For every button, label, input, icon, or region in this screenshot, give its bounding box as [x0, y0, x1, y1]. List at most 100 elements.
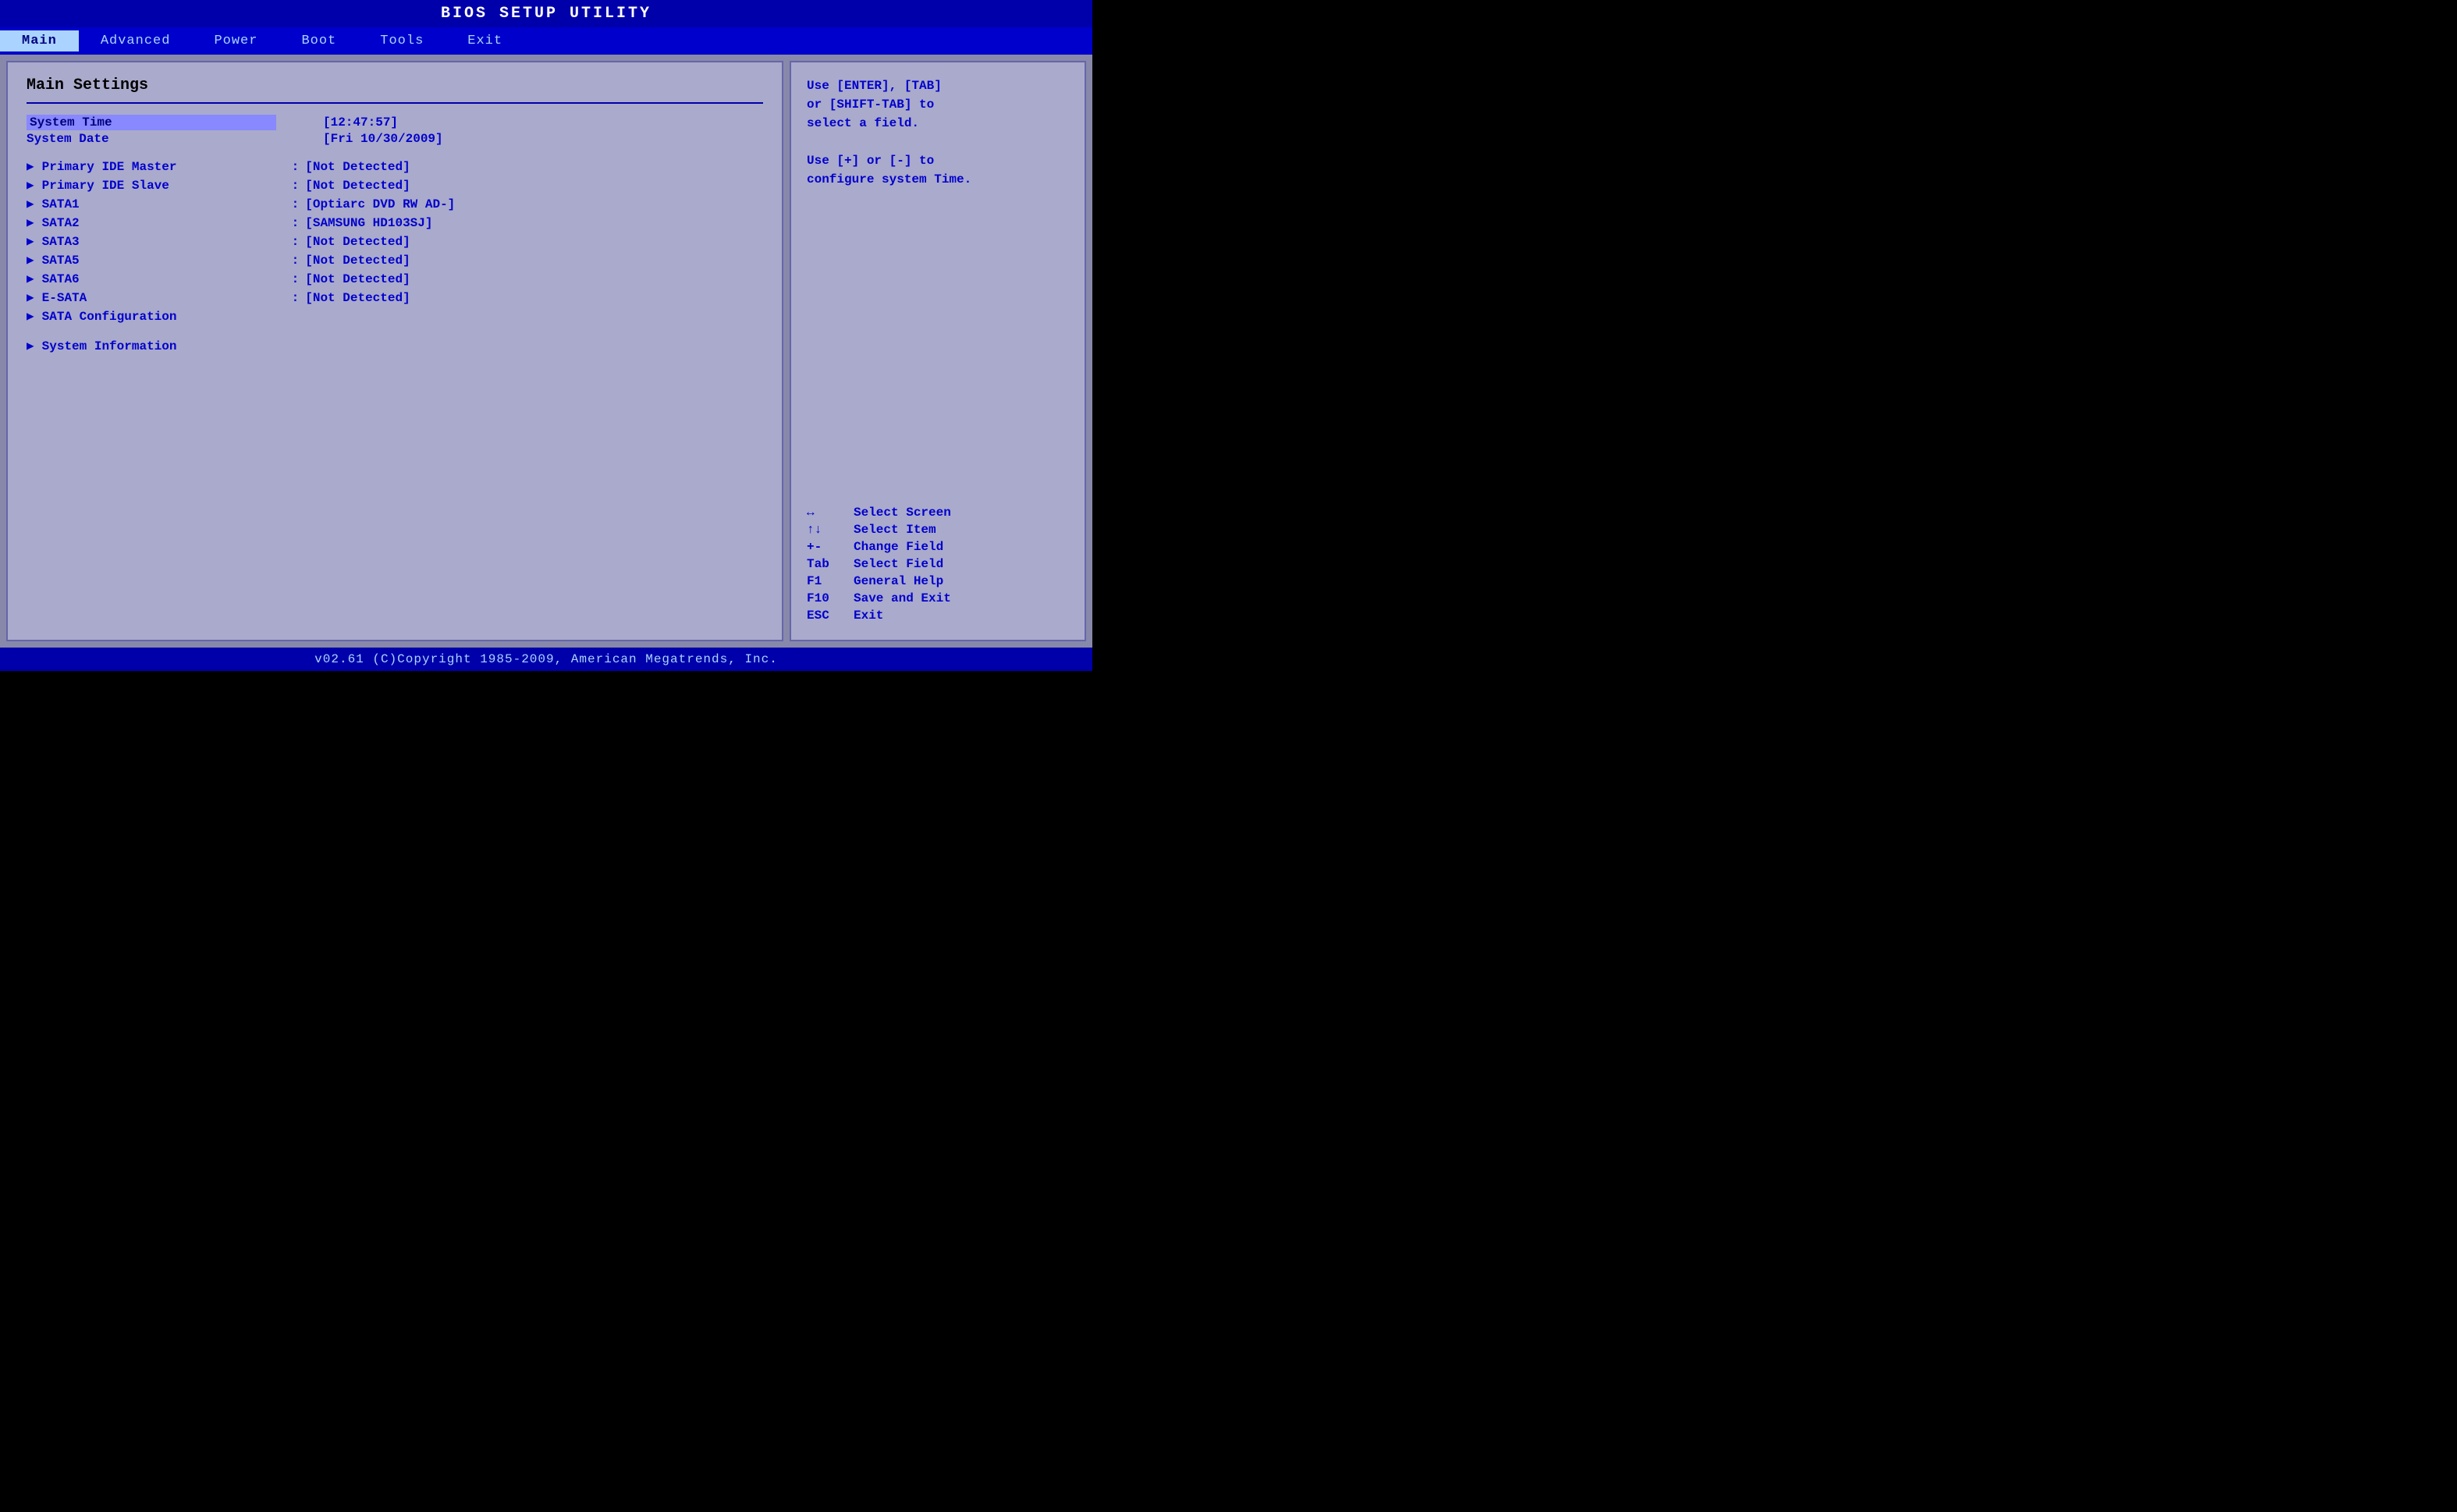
- left-panel: Main Settings System Time [12:47:57] Sys…: [6, 61, 783, 641]
- key-row-5: F10Save and Exit: [807, 591, 1069, 605]
- key-desc-3: Select Field: [854, 557, 943, 571]
- help-line-5: configure system Time.: [807, 172, 971, 186]
- help-line-1: or [SHIFT-TAB] to: [807, 98, 934, 112]
- system-date-row: System Date [Fri 10/30/2009]: [27, 132, 763, 146]
- key-desc-1: Select Item: [854, 523, 936, 537]
- key-name-0: ↔: [807, 506, 854, 520]
- arrow-icon-4: ▶: [27, 233, 34, 249]
- content-area: Main Settings System Time [12:47:57] Sys…: [0, 55, 1092, 648]
- settings-item-2[interactable]: ▶ SATA1: [Optiarc DVD RW AD-]: [27, 196, 763, 211]
- item-value-3: [SAMSUNG HD103SJ]: [305, 216, 432, 230]
- item-label-1: Primary IDE Slave: [42, 179, 292, 193]
- item-label-3: SATA2: [42, 216, 292, 230]
- settings-item-5[interactable]: ▶ SATA5: [Not Detected]: [27, 252, 763, 268]
- item-label-5: SATA5: [42, 254, 292, 268]
- colon-0: :: [292, 160, 300, 174]
- key-table: ↔Select Screen↑↓Select Item+-Change Fiel…: [807, 506, 1069, 626]
- item-value-1: [Not Detected]: [305, 179, 410, 193]
- colon-2: :: [292, 197, 300, 211]
- menu-item-exit[interactable]: Exit: [446, 30, 524, 51]
- settings-item-0[interactable]: ▶ Primary IDE Master: [Not Detected]: [27, 158, 763, 174]
- arrow-icon-6: ▶: [27, 271, 34, 286]
- help-line-2: select a field.: [807, 116, 919, 130]
- item-value-6: [Not Detected]: [305, 272, 410, 286]
- key-name-6: ESC: [807, 609, 854, 623]
- item-value-7: [Not Detected]: [305, 291, 410, 305]
- item-value-2: [Optiarc DVD RW AD-]: [305, 197, 455, 211]
- key-name-5: F10: [807, 591, 854, 605]
- item-value-4: [Not Detected]: [305, 235, 410, 249]
- main-settings-title: Main Settings: [27, 76, 763, 94]
- item-value-0: [Not Detected]: [305, 160, 410, 174]
- menu-item-tools[interactable]: Tools: [358, 30, 446, 51]
- key-row-1: ↑↓Select Item: [807, 523, 1069, 537]
- settings-item-9[interactable]: ▶ System Information: [27, 338, 763, 353]
- item-label-8: SATA Configuration: [42, 310, 292, 324]
- system-time-row: System Time [12:47:57]: [27, 115, 763, 130]
- arrow-icon-9: ▶: [27, 338, 34, 353]
- menu-item-power[interactable]: Power: [192, 30, 279, 51]
- colon-6: :: [292, 272, 300, 286]
- divider: [27, 102, 763, 104]
- arrow-icon-0: ▶: [27, 158, 34, 174]
- key-row-6: ESCExit: [807, 609, 1069, 623]
- title-text: BIOS SETUP UTILITY: [441, 5, 652, 23]
- item-label-9: System Information: [42, 339, 292, 353]
- help-text: Use [ENTER], [TAB] or [SHIFT-TAB] to selec…: [807, 76, 1069, 189]
- key-desc-2: Change Field: [854, 540, 943, 554]
- key-row-2: +-Change Field: [807, 540, 1069, 554]
- key-row-3: TabSelect Field: [807, 557, 1069, 571]
- help-line-0: Use [ENTER], [TAB]: [807, 79, 942, 93]
- system-date-value[interactable]: [Fri 10/30/2009]: [323, 132, 443, 146]
- arrow-items-container: ▶ Primary IDE Master: [Not Detected] ▶ Prima…: [27, 158, 763, 357]
- settings-item-3[interactable]: ▶SATA2:[SAMSUNG HD103SJ]: [27, 215, 763, 230]
- key-row-4: F1General Help: [807, 574, 1069, 588]
- settings-item-4[interactable]: ▶ SATA3: [Not Detected]: [27, 233, 763, 249]
- item-label-2: SATA1: [42, 197, 292, 211]
- key-desc-5: Save and Exit: [854, 591, 951, 605]
- right-panel: Use [ENTER], [TAB] or [SHIFT-TAB] to selec…: [790, 61, 1086, 641]
- arrow-icon-5: ▶: [27, 252, 34, 268]
- key-name-1: ↑↓: [807, 523, 854, 537]
- arrow-icon-2: ▶: [27, 196, 34, 211]
- menu-item-advanced[interactable]: Advanced: [79, 30, 193, 51]
- colon-7: :: [292, 291, 300, 305]
- colon-4: :: [292, 235, 300, 249]
- help-text-container: Use [ENTER], [TAB] or [SHIFT-TAB] to selec…: [807, 76, 1069, 204]
- menu-item-boot[interactable]: Boot: [279, 30, 358, 51]
- key-name-4: F1: [807, 574, 854, 588]
- settings-item-6[interactable]: ▶ SATA6: [Not Detected]: [27, 271, 763, 286]
- arrow-icon-7: ▶: [27, 289, 34, 305]
- key-row-0: ↔Select Screen: [807, 506, 1069, 520]
- arrow-icon-1: ▶: [27, 177, 34, 193]
- key-desc-6: Exit: [854, 609, 883, 623]
- item-label-0: Primary IDE Master: [42, 160, 292, 174]
- arrow-icon-3: ▶: [27, 215, 34, 230]
- key-desc-4: General Help: [854, 574, 943, 588]
- item-value-5: [Not Detected]: [305, 254, 410, 268]
- menu-bar: MainAdvancedPowerBootToolsExit: [0, 27, 1092, 55]
- settings-item-1[interactable]: ▶ Primary IDE Slave: [Not Detected]: [27, 177, 763, 193]
- item-label-7: E-SATA: [42, 291, 292, 305]
- system-time-value[interactable]: [12:47:57]: [323, 115, 398, 130]
- item-label-4: SATA3: [42, 235, 292, 249]
- key-name-3: Tab: [807, 557, 854, 571]
- footer: v02.61 (C)Copyright 1985-2009, American …: [0, 648, 1092, 671]
- settings-item-8[interactable]: ▶ SATA Configuration: [27, 308, 763, 324]
- key-name-2: +-: [807, 540, 854, 554]
- help-line-4: Use [+] or [-] to: [807, 154, 934, 168]
- arrow-icon-8: ▶: [27, 308, 34, 324]
- colon-1: :: [292, 179, 300, 193]
- footer-text: v02.61 (C)Copyright 1985-2009, American …: [314, 652, 778, 666]
- colon-5: :: [292, 254, 300, 268]
- spacer1: [27, 147, 763, 158]
- item-label-6: SATA6: [42, 272, 292, 286]
- title-bar: BIOS SETUP UTILITY: [0, 0, 1092, 27]
- system-date-label[interactable]: System Date: [27, 132, 276, 146]
- spacer-before-sysinfo: [27, 327, 763, 338]
- key-desc-0: Select Screen: [854, 506, 951, 520]
- system-time-label[interactable]: System Time: [27, 115, 276, 130]
- menu-item-main[interactable]: Main: [0, 30, 79, 51]
- settings-item-7[interactable]: ▶ E-SATA: [Not Detected]: [27, 289, 763, 305]
- bios-container: BIOS SETUP UTILITY MainAdvancedPowerBoot…: [0, 0, 1092, 671]
